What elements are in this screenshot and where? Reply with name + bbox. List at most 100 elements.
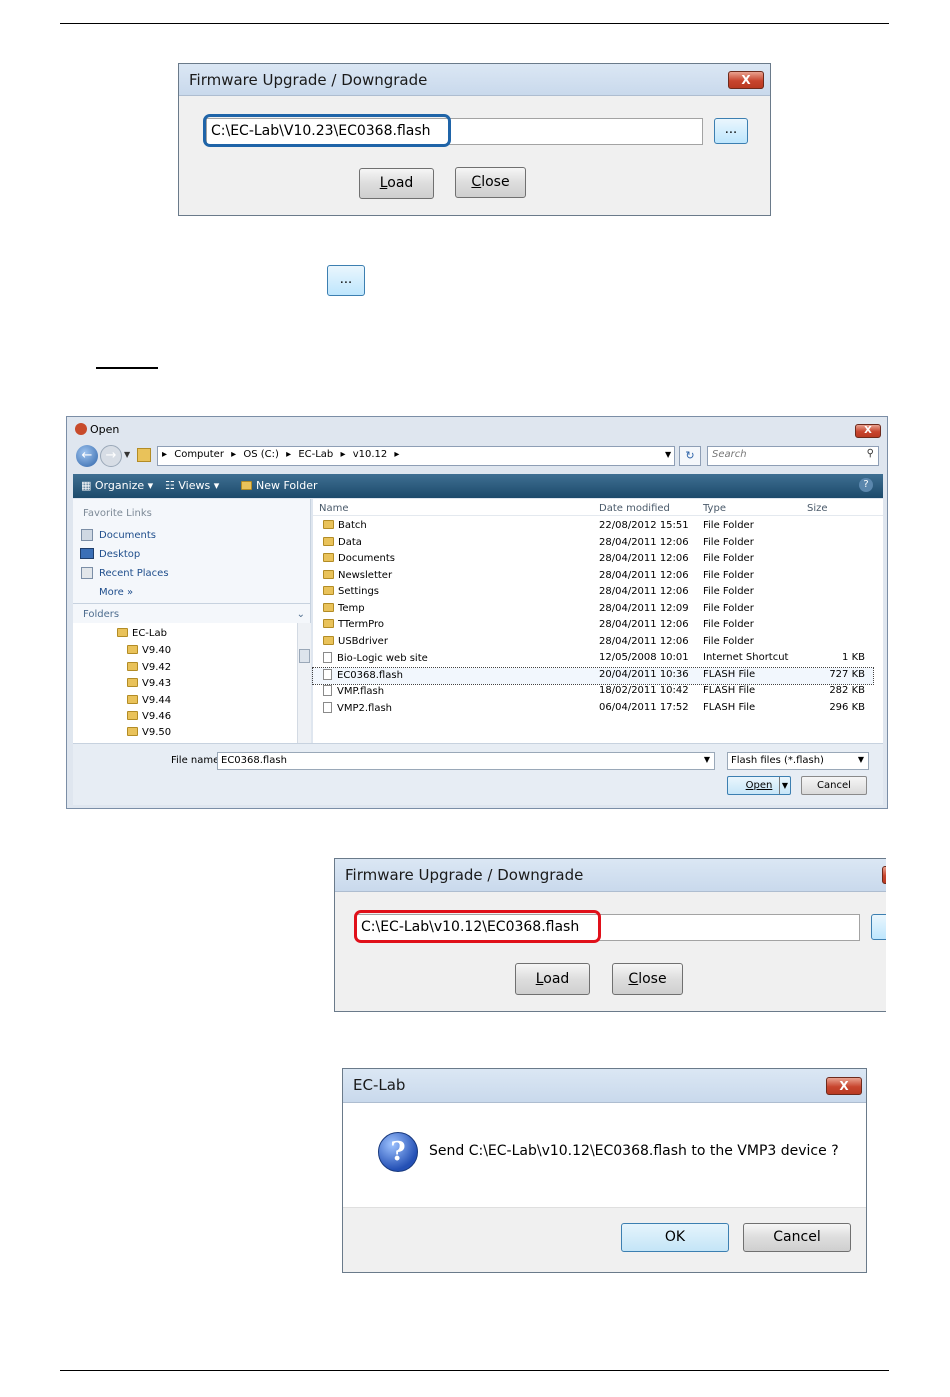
favorite-links-header: Favorite Links — [83, 508, 152, 519]
close-rest: lose — [481, 174, 510, 190]
tree-item[interactable]: V9.50 — [127, 727, 171, 738]
file-row[interactable]: VMP.flash 18/02/2011 10:42 FLASH File 282 K… — [313, 684, 873, 700]
views-menu[interactable]: ☷ Views ▾ — [165, 479, 219, 492]
file-list: Name Date modified Type Size Batch 22/08/… — [312, 499, 883, 743]
scroll-thumb[interactable] — [299, 649, 310, 663]
file-name: EC0368.flash — [323, 668, 403, 681]
file-name: VMP.flash — [323, 685, 384, 697]
firmware-dialog-original: Firmware Upgrade / Downgrade X C:\EC-Lab… — [178, 63, 771, 216]
tree-item[interactable]: V9.40 — [127, 645, 171, 656]
tree-scrollbar[interactable] — [297, 623, 311, 743]
file-name: Batch — [323, 520, 367, 531]
breadcrumb-computer[interactable]: Computer — [174, 449, 224, 460]
file-row[interactable]: Data 28/04/2011 12:06 File Folder — [313, 536, 873, 552]
tree-item[interactable]: V9.43 — [127, 678, 171, 689]
tree-item[interactable]: V9.44 — [127, 695, 171, 706]
recent-dropdown-icon[interactable]: ▼ — [124, 450, 130, 459]
confirm-dialog: EC-Lab X ? Send C:\EC-Lab\v10.12\EC0368.… — [342, 1068, 867, 1273]
new-folder-button[interactable]: New Folder — [241, 479, 317, 492]
column-date[interactable]: Date modified — [599, 503, 670, 514]
tree-item[interactable]: V9.42 — [127, 662, 171, 673]
column-size[interactable]: Size — [807, 503, 828, 514]
file-row[interactable]: EC0368.flash 20/04/2011 10:36 FLASH File 72… — [312, 666, 874, 685]
file-name: TTermPro — [323, 619, 384, 630]
file-date: 20/04/2011 10:36 — [599, 668, 689, 680]
close-button[interactable]: Close — [612, 963, 683, 995]
more-link[interactable]: More » — [99, 587, 133, 598]
question-icon: ? — [378, 1132, 418, 1172]
breadcrumb-drive[interactable]: OS (C:) — [243, 449, 279, 460]
favorite-recent[interactable]: Recent Places — [99, 568, 169, 579]
path-highlight — [354, 910, 601, 943]
file-row[interactable]: TTermPro 28/04/2011 12:06 File Folder — [313, 618, 873, 634]
close-button[interactable]: Close — [455, 167, 526, 198]
search-input[interactable]: Search ⚲ — [707, 446, 879, 466]
browse-button[interactable] — [871, 914, 886, 940]
file-row[interactable]: Bio-Logic web site 12/05/2008 10:01 Intern… — [313, 651, 873, 667]
refresh-icon[interactable]: ↻ — [679, 446, 701, 466]
open-button[interactable]: Open ▼ — [727, 776, 791, 795]
address-dropdown-icon[interactable]: ▼ — [665, 450, 671, 459]
cancel-button[interactable]: Cancel — [743, 1223, 851, 1252]
file-type: File Folder — [703, 553, 754, 564]
favorite-desktop[interactable]: Desktop — [99, 549, 140, 560]
tree-item[interactable]: V9.46 — [127, 711, 171, 722]
file-date: 28/04/2011 12:06 — [599, 635, 689, 647]
column-type[interactable]: Type — [703, 503, 726, 514]
file-row[interactable]: Documents 28/04/2011 12:06 File Folder — [313, 552, 873, 568]
load-button[interactable]: Load — [515, 963, 590, 995]
browse-button[interactable]: ... — [714, 118, 748, 144]
file-row[interactable]: Temp 28/04/2011 12:09 File Folder — [313, 602, 873, 618]
forward-icon[interactable]: → — [100, 445, 122, 467]
firmware-dialog-updated-clip: Firmware Upgrade / Downgrade C:\EC-Lab\v… — [334, 858, 886, 1012]
file-type: File Folder — [703, 602, 754, 614]
filename-label: File name: — [171, 755, 223, 766]
breadcrumb-version[interactable]: v10.12 — [353, 449, 388, 460]
file-name: Data — [323, 536, 362, 548]
bottom-rule — [60, 1370, 889, 1371]
browse-button-illustration[interactable]: ... — [327, 265, 365, 296]
close-icon[interactable] — [882, 866, 886, 884]
back-icon[interactable]: ← — [76, 445, 98, 467]
file-row[interactable]: Batch 22/08/2012 15:51 File Folder — [313, 519, 873, 535]
filter-select[interactable]: Flash files (*.flash) ▼ — [727, 752, 869, 770]
file-name: Settings — [323, 586, 379, 597]
file-row[interactable]: VMP2.flash 06/04/2011 17:52 FLASH File 296 … — [313, 701, 873, 717]
breadcrumb-eclab[interactable]: EC-Lab — [298, 449, 333, 460]
filename-input[interactable]: EC0368.flash ▼ — [217, 752, 715, 770]
file-size: 1 KB — [842, 652, 865, 663]
chevron-right-icon: ▸ — [340, 449, 346, 460]
file-date: 28/04/2011 12:09 — [599, 602, 689, 614]
file-row[interactable]: USBdriver 28/04/2011 12:06 File Folder — [313, 635, 873, 651]
file-date: 28/04/2011 12:06 — [599, 553, 689, 564]
file-row[interactable]: Newsletter 28/04/2011 12:06 File Folder — [313, 569, 873, 585]
load-rest: oad — [387, 175, 414, 191]
file-name: Newsletter — [323, 569, 392, 581]
open-title: Open — [75, 423, 119, 436]
recent-places-icon — [81, 567, 93, 579]
help-icon[interactable]: ? — [859, 478, 873, 492]
file-icon — [323, 685, 332, 696]
tree-item[interactable]: EC-Lab — [117, 628, 167, 639]
ok-button[interactable]: OK — [621, 1223, 729, 1252]
file-icon — [323, 668, 332, 680]
favorite-documents[interactable]: Documents — [99, 530, 156, 541]
chevron-down-icon: ▼ — [857, 755, 864, 764]
address-bar[interactable]: ▸ Computer ▸ OS (C:) ▸ EC-Lab ▸ v10.12 ▸ — [157, 446, 675, 466]
close-icon[interactable]: X — [826, 1077, 862, 1095]
load-button[interactable]: Load — [359, 168, 434, 199]
open-app-icon — [75, 423, 87, 435]
file-row[interactable]: Settings 28/04/2011 12:06 File Folder — [313, 585, 873, 601]
open-close-icon[interactable]: X — [855, 424, 881, 438]
close-icon[interactable]: X — [728, 71, 764, 89]
chevron-down-icon: ▼ — [778, 777, 788, 794]
chevron-down-icon: ▼ — [703, 755, 710, 764]
file-type: FLASH File — [703, 685, 756, 696]
column-name[interactable]: Name — [319, 503, 349, 514]
cancel-button[interactable]: Cancel — [801, 776, 867, 795]
path-highlight — [203, 114, 451, 147]
file-date: 28/04/2011 12:06 — [599, 619, 689, 630]
chevron-right-icon: ▸ — [394, 449, 400, 460]
organize-menu[interactable]: ▦ Organize ▾ — [81, 479, 153, 492]
folders-header[interactable]: Folders ⌄ — [83, 609, 305, 620]
